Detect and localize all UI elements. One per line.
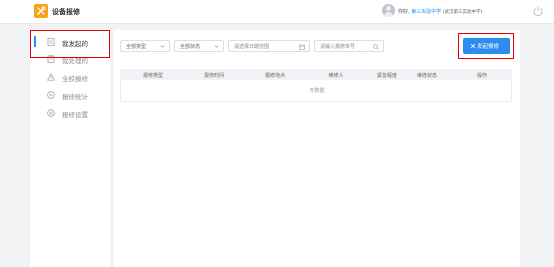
settings-icon [47, 109, 55, 117]
user-name-link[interactable]: 第三实验中学 [411, 9, 441, 15]
column-header-type: 报修类型 [142, 73, 164, 79]
sidebar-item-label: 我处理的 [62, 57, 88, 65]
tools-logo-icon [34, 4, 48, 18]
type-filter-select[interactable]: 全部类型 [120, 40, 170, 52]
type-filter-value: 全部类型 [126, 44, 147, 50]
search-placeholder: 请输入报修单号 [320, 44, 356, 50]
column-header-status: 维修状态 [416, 73, 438, 79]
sidebar-item-statistics[interactable]: 报修统计 [30, 88, 110, 102]
warning-icon [47, 73, 55, 81]
sidebar-item-my-requests[interactable]: 我发起的 [30, 35, 110, 49]
table-header: 报修类型 报修时间 报修地点 维修人 紧急程度 维修状态 操作 [120, 69, 512, 80]
search-icon[interactable] [373, 43, 379, 50]
app-title: 设备报修 [52, 8, 80, 16]
stats-icon [47, 91, 55, 99]
user-greeting: 你好, 第三实验中学 (武汉第三实验中学) [398, 8, 482, 15]
column-header-actions: 操作 [476, 73, 488, 79]
power-icon[interactable] [532, 5, 544, 19]
clipboard-icon [47, 55, 55, 63]
table-body: 无数据 [120, 80, 512, 102]
date-range-placeholder: 请选择日期范围 [234, 44, 270, 50]
column-header-time: 报修时间 [203, 73, 225, 79]
main-panel [114, 30, 520, 267]
user-avatar-icon[interactable] [382, 4, 395, 17]
calendar-icon [299, 44, 305, 50]
column-header-urgency: 紧急程度 [376, 73, 398, 79]
sidebar-item-school-repairs[interactable]: 全校报修 [30, 70, 110, 84]
launch-repair-label: 发起报修 [477, 44, 500, 50]
sidebar: 我发起的 我处理的 全校报修 报修统计 报修设置 [30, 30, 110, 267]
active-indicator [34, 36, 36, 47]
empty-table-message: 无数据 [309, 88, 325, 94]
tools-icon [470, 43, 476, 49]
sidebar-item-label: 全校报修 [62, 75, 88, 83]
launch-repair-button[interactable]: 发起报修 [463, 38, 510, 54]
sidebar-item-label: 我发起的 [62, 40, 88, 48]
chevron-down-icon [214, 45, 219, 48]
column-header-repairer: 维修人 [328, 73, 344, 79]
document-icon [47, 38, 55, 46]
date-range-picker[interactable]: 请选择日期范围 [228, 40, 310, 52]
chevron-down-icon [160, 45, 165, 48]
sidebar-item-settings[interactable]: 报修设置 [30, 106, 110, 120]
user-school: (武汉第三实验中学) [442, 10, 483, 15]
status-filter-select[interactable]: 全部状态 [174, 40, 224, 52]
column-header-location: 报修地点 [264, 73, 286, 79]
status-filter-value: 全部状态 [180, 44, 201, 50]
greeting-text: 你好, [398, 9, 410, 15]
search-input[interactable]: 请输入报修单号 [314, 40, 384, 52]
top-bar: 设备报修 你好, 第三实验中学 (武汉第三实验中学) [0, 0, 554, 24]
sidebar-item-my-handled[interactable]: 我处理的 [30, 52, 110, 66]
sidebar-item-label: 报修设置 [62, 111, 88, 119]
sidebar-item-label: 报修统计 [62, 93, 88, 101]
